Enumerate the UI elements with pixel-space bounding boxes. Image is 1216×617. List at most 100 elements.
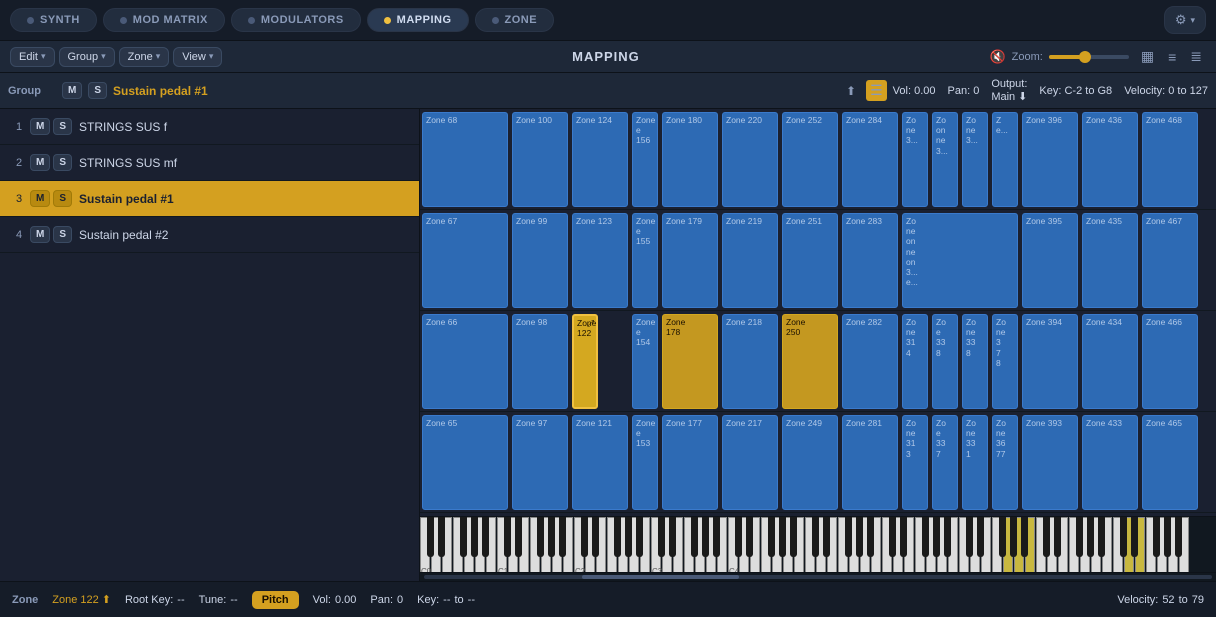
zone-block[interactable]: Zone 467 xyxy=(1142,213,1198,308)
zone-block[interactable]: Zone 220 xyxy=(722,112,778,207)
settings-button[interactable]: ⚙ ▾ xyxy=(1164,6,1206,34)
black-key[interactable] xyxy=(1164,517,1171,557)
black-key[interactable] xyxy=(702,517,709,557)
zone-block[interactable]: Zone e 154 xyxy=(632,314,658,409)
status-zone-name[interactable]: Zone 122 ⬆ xyxy=(52,593,111,606)
zone-block[interactable]: Zone 124 xyxy=(572,112,628,207)
zoom-slider[interactable] xyxy=(1049,55,1129,59)
zone-block[interactable]: Zone 284 xyxy=(842,112,898,207)
group-up-arrow[interactable]: ⬆ xyxy=(842,82,860,100)
zone-block[interactable]: Zone 282 xyxy=(842,314,898,409)
row1-s-btn[interactable]: S xyxy=(53,118,72,135)
zone-block[interactable]: Zone 218 xyxy=(722,314,778,409)
zone-block[interactable]: Zone 177 xyxy=(662,415,718,510)
black-key[interactable] xyxy=(867,517,874,557)
black-key[interactable] xyxy=(537,517,544,557)
zone-block[interactable]: Zone 68 xyxy=(422,112,508,207)
black-key[interactable] xyxy=(713,517,720,557)
zone-block[interactable]: Z e... xyxy=(992,112,1018,207)
black-key[interactable] xyxy=(1054,517,1061,557)
output-value[interactable]: Main ⬇ xyxy=(991,90,1027,103)
black-key[interactable] xyxy=(636,517,643,557)
zone-block[interactable]: Zone 99 xyxy=(512,213,568,308)
black-key[interactable] xyxy=(856,517,863,557)
zone-block[interactable]: Zone 466 xyxy=(1142,314,1198,409)
black-key[interactable] xyxy=(559,517,566,557)
group-s-button[interactable]: S xyxy=(88,82,107,99)
zone-block[interactable]: Zone 283 xyxy=(842,213,898,308)
zone-block[interactable]: Zone 394 xyxy=(1022,314,1078,409)
black-key[interactable] xyxy=(581,517,588,557)
black-key[interactable] xyxy=(592,517,599,557)
tab-modulators[interactable]: MODULATORS xyxy=(231,8,361,32)
tab-mapping[interactable]: MAPPING xyxy=(367,8,469,32)
black-key[interactable] xyxy=(625,517,632,557)
zone-block[interactable]: Zo ne 36 77 xyxy=(992,415,1018,510)
zone-dropdown[interactable]: Zone ▾ xyxy=(119,47,170,67)
black-key[interactable] xyxy=(845,517,852,557)
black-key[interactable] xyxy=(823,517,830,557)
black-key[interactable] xyxy=(1043,517,1050,557)
black-key[interactable] xyxy=(471,517,478,557)
group-m-button[interactable]: M xyxy=(62,82,82,99)
zone-block[interactable]: Zone 468 xyxy=(1142,112,1198,207)
black-key[interactable] xyxy=(944,517,951,557)
bar-chart-icon[interactable]: ▦ xyxy=(1137,46,1158,67)
zone-block[interactable]: Zone 180 xyxy=(662,112,718,207)
row3-m-btn[interactable]: M xyxy=(30,190,50,207)
group-row-2[interactable]: 2 M S STRINGS SUS mf xyxy=(0,145,419,181)
zone-block[interactable]: Zone 121 xyxy=(572,415,628,510)
black-key[interactable] xyxy=(1153,517,1160,557)
zone-block[interactable]: Zo e 33 8 xyxy=(932,314,958,409)
zone-block[interactable]: Zone 97 xyxy=(512,415,568,510)
zone-block[interactable]: Zone 179 xyxy=(662,213,718,308)
zone-block[interactable]: Zo ne 33 8 xyxy=(962,314,988,409)
tab-zone[interactable]: ZONE xyxy=(475,8,555,32)
black-key[interactable] xyxy=(669,517,676,557)
black-key[interactable] xyxy=(922,517,929,557)
zone-block[interactable]: Zo ne 3 7 8 xyxy=(992,314,1018,409)
scroll-bar[interactable] xyxy=(420,572,1216,581)
zone-block[interactable]: Zo ne on ne on 3... e... xyxy=(902,213,1018,308)
black-key[interactable] xyxy=(1010,517,1017,557)
zone-block[interactable]: Zo ne 31 4 xyxy=(902,314,928,409)
black-key[interactable] xyxy=(977,517,984,557)
row1-m-btn[interactable]: M xyxy=(30,118,50,135)
zone-block[interactable]: Zo on ne 3... xyxy=(932,112,958,207)
zone-block[interactable]: Zone 249 xyxy=(782,415,838,510)
zone-block[interactable]: Zone e 155 xyxy=(632,213,658,308)
black-key[interactable] xyxy=(658,517,665,557)
black-key[interactable] xyxy=(933,517,940,557)
black-key[interactable] xyxy=(779,517,786,557)
tab-mod-matrix[interactable]: MOD MATRIX xyxy=(103,8,225,32)
grid-view-icon[interactable]: ≣ xyxy=(1186,46,1206,67)
zone-block[interactable]: Zone 393 xyxy=(1022,415,1078,510)
edit-dropdown[interactable]: Edit ▾ xyxy=(10,47,55,67)
black-key[interactable] xyxy=(482,517,489,557)
group-row-3[interactable]: 3 M S Sustain pedal #1 xyxy=(0,181,419,217)
zone-block[interactable]: Zone e 153 xyxy=(632,415,658,510)
zone-block[interactable]: Zone 396 xyxy=(1022,112,1078,207)
black-key[interactable] xyxy=(1076,517,1083,557)
zone-block[interactable]: Zone 434 xyxy=(1082,314,1138,409)
group-dropdown[interactable]: Group ▾ xyxy=(59,47,115,67)
black-key[interactable] xyxy=(614,517,621,557)
zone-block[interactable]: Zone 251 xyxy=(782,213,838,308)
view-dropdown[interactable]: View ▾ xyxy=(173,47,222,67)
black-key[interactable] xyxy=(1131,517,1138,557)
black-key[interactable] xyxy=(438,517,445,557)
zone-block[interactable]: Zone 395 xyxy=(1022,213,1078,308)
black-key[interactable] xyxy=(504,517,511,557)
list-view-icon[interactable]: ≡ xyxy=(1164,47,1180,67)
black-key[interactable] xyxy=(900,517,907,557)
group-row-1[interactable]: 1 M S STRINGS SUS f xyxy=(0,109,419,145)
black-key[interactable] xyxy=(460,517,467,557)
tab-synth[interactable]: SYNTH xyxy=(10,8,97,32)
zone-block[interactable]: Zone 435 xyxy=(1082,213,1138,308)
group-row-4[interactable]: 4 M S Sustain pedal #2 xyxy=(0,217,419,253)
zone-block[interactable]: Zone 219 xyxy=(722,213,778,308)
zone-block[interactable]: Zone 123 xyxy=(572,213,628,308)
zone-block[interactable]: Zone 178 xyxy=(662,314,718,409)
zone-block[interactable]: Zone 433 xyxy=(1082,415,1138,510)
zone-block[interactable]: Zo e 33 7 xyxy=(932,415,958,510)
